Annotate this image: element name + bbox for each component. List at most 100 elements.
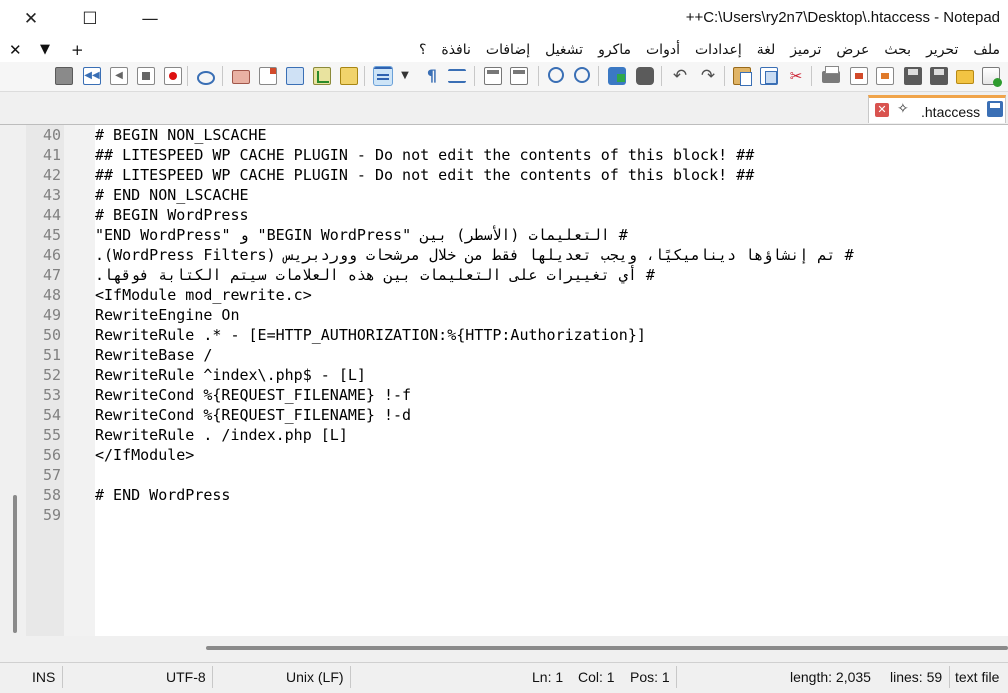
function-list-icon[interactable] <box>313 67 331 85</box>
code-line[interactable]: 52 RewriteRule ^index\.php$ - [L] <box>26 365 1008 385</box>
vertical-scrollbar-thumb[interactable] <box>13 495 17 633</box>
save-all-icon[interactable] <box>904 67 922 85</box>
menu-help[interactable]: ؟ <box>419 38 426 62</box>
line-number: 58 <box>42 486 61 504</box>
menu-plugins[interactable]: إضافات <box>486 38 530 62</box>
menu-macro[interactable]: ماكرو <box>598 38 631 62</box>
line-text: RewriteCond %{REQUEST_FILENAME} !-d <box>95 406 412 424</box>
preview-eye-icon[interactable] <box>197 71 215 85</box>
indent-guide-icon[interactable] <box>448 69 466 83</box>
code-line[interactable]: 41 ## LITESPEED WP CACHE PLUGIN - Do not … <box>26 145 1008 165</box>
editor-area[interactable]: 40 # BEGIN NON_LSCACHE 41 ## LITESPEED WP … <box>26 125 1008 636</box>
code-line[interactable]: 43 # END NON_LSCACHE <box>26 185 1008 205</box>
code-line[interactable]: 47 # أي تغييرات على التعليمات بين هذه الع… <box>26 265 1008 285</box>
zoom-out-icon[interactable] <box>548 67 564 83</box>
cut-icon[interactable]: ✂ <box>787 67 805 85</box>
code-line[interactable]: 59 <box>26 505 1008 525</box>
pin-icon[interactable]: ✧ <box>897 101 909 117</box>
monitor-icon[interactable] <box>340 67 358 85</box>
menu-file[interactable]: ملف <box>973 38 1000 62</box>
line-text: # التعليمات (الأسطر) بين "BEGIN WordPres… <box>95 226 628 244</box>
close-all-icon[interactable] <box>850 67 868 85</box>
doc-map-dropdown-icon[interactable]: ▼ <box>399 67 411 85</box>
show-all-chars-icon[interactable]: ¶ <box>423 67 441 85</box>
toolbar: ✂ ↷ ↶ ¶ ▼ ◀ ◀◀ <box>0 62 1008 92</box>
code-line[interactable]: 48 <IfModule mod_rewrite.c> <box>26 285 1008 305</box>
play-macro-icon[interactable]: ◀ <box>110 67 128 85</box>
menu-run[interactable]: تشغيل <box>545 38 583 62</box>
code-line[interactable]: 54 RewriteCond %{REQUEST_FILENAME} !-d <box>26 405 1008 425</box>
status-bar: INS UTF-8 Unix (LF) Ln: 1 Col: 1 Pos: 1 … <box>0 662 1008 693</box>
line-text: # أي تغييرات على التعليمات بين هذه العلا… <box>95 266 655 284</box>
menu-window[interactable]: نافذة <box>441 38 471 62</box>
new-tab-button[interactable]: + <box>71 39 84 61</box>
tab-list-dropdown-button[interactable]: ▼ <box>40 39 50 61</box>
maximize-window-button[interactable]: ☐ <box>77 6 103 32</box>
menu-tools[interactable]: أدوات <box>646 38 680 62</box>
wrap-icon[interactable] <box>484 67 502 85</box>
line-number: 57 <box>42 466 61 484</box>
close-icon[interactable] <box>876 67 894 85</box>
tab-htaccess[interactable]: ✕ ✧ .htaccess <box>868 95 1006 123</box>
close-window-button[interactable]: ✕ <box>18 6 44 32</box>
code-line[interactable]: 46 # تم إنشاؤها ديناميكيًا، ويجب تعديلها … <box>26 245 1008 265</box>
toolbar-separator <box>724 66 725 86</box>
sync-icon[interactable] <box>510 67 528 85</box>
line-number: 42 <box>42 166 61 184</box>
run-macro-icon[interactable]: ◀◀ <box>83 67 101 85</box>
menu-language[interactable]: لغة <box>757 38 776 62</box>
document-list-icon[interactable] <box>259 67 277 85</box>
stop-macro-icon[interactable] <box>137 67 155 85</box>
code-line[interactable]: 53 RewriteCond %{REQUEST_FILENAME} !-f <box>26 385 1008 405</box>
line-text: # END WordPress <box>95 486 231 504</box>
line-text: RewriteRule . /index.php [L] <box>95 426 348 444</box>
eol-format[interactable]: Unix (LF) <box>286 669 344 685</box>
encoding[interactable]: UTF-8 <box>166 669 206 685</box>
code-line[interactable]: 44 # BEGIN WordPress <box>26 205 1008 225</box>
horizontal-scrollbar[interactable] <box>26 636 1008 662</box>
line-number: 48 <box>42 286 61 304</box>
line-text: RewriteBase / <box>95 346 213 364</box>
horizontal-scrollbar-thumb[interactable] <box>206 646 1008 650</box>
find-icon[interactable] <box>636 67 654 85</box>
code-line[interactable]: 40 # BEGIN NON_LSCACHE <box>26 125 1008 145</box>
code-line[interactable]: 56 </IfModule> <box>26 445 1008 465</box>
minimize-window-button[interactable]: — <box>137 6 163 32</box>
line-number: 59 <box>42 506 61 524</box>
insert-mode[interactable]: INS <box>32 669 55 685</box>
doc-map-icon[interactable] <box>373 66 393 86</box>
code-line[interactable]: 42 ## LITESPEED WP CACHE PLUGIN - Do not … <box>26 165 1008 185</box>
menu-encoding[interactable]: ترميز <box>790 38 821 62</box>
undo-icon[interactable]: ↷ <box>699 67 717 85</box>
project-panel-icon[interactable] <box>232 70 250 84</box>
copy-icon[interactable] <box>760 67 778 85</box>
code-line[interactable]: 49 RewriteEngine On <box>26 305 1008 325</box>
code-line[interactable]: 51 RewriteBase / <box>26 345 1008 365</box>
zoom-in-icon[interactable] <box>574 67 590 83</box>
menu-view[interactable]: عرض <box>836 38 869 62</box>
new-file-icon[interactable] <box>982 67 1002 87</box>
line-number: 46 <box>42 246 61 264</box>
code-line[interactable]: 57 <box>26 465 1008 485</box>
close-document-button[interactable]: ✕ <box>9 39 22 61</box>
document-lines: lines: 59 <box>890 669 943 685</box>
print-icon[interactable] <box>822 66 840 83</box>
save-icon[interactable] <box>930 67 948 85</box>
replace-icon[interactable] <box>608 67 626 85</box>
open-file-icon[interactable] <box>956 70 974 84</box>
line-text: </IfModule> <box>95 446 195 464</box>
line-text: RewriteRule ^index\.php$ - [L] <box>95 366 366 384</box>
code-line[interactable]: 45 # التعليمات (الأسطر) بين "BEGIN WordPr… <box>26 225 1008 245</box>
redo-icon[interactable]: ↶ <box>671 67 689 85</box>
paste-icon[interactable] <box>733 67 752 86</box>
tab-close-icon[interactable]: ✕ <box>875 103 889 117</box>
menu-edit[interactable]: تحرير <box>926 38 958 62</box>
menu-settings[interactable]: إعدادات <box>695 38 742 62</box>
code-line[interactable]: 58 # END WordPress <box>26 485 1008 505</box>
code-line[interactable]: 55 RewriteRule . /index.php [L] <box>26 425 1008 445</box>
record-macro-icon[interactable] <box>164 67 182 85</box>
folder-workspace-icon[interactable] <box>286 67 304 85</box>
save-macro-icon[interactable] <box>55 67 73 85</box>
menu-search[interactable]: بحث <box>884 38 911 62</box>
code-line[interactable]: 50 RewriteRule .* - [E=HTTP_AUTHORIZATION… <box>26 325 1008 345</box>
